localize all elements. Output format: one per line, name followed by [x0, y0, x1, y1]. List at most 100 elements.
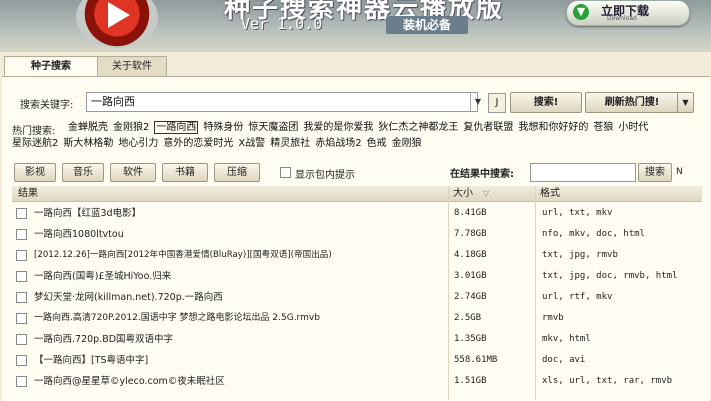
table-row[interactable]: 一路向西1080ltvtou 7.78GB nfo, mkv, doc, html: [12, 224, 702, 245]
show-inner-label: 显示包内提示: [295, 170, 355, 181]
row-checkbox[interactable]: [16, 250, 27, 261]
hot-item[interactable]: 斯大林格勒: [63, 138, 113, 149]
tab-about[interactable]: 关于软件: [97, 56, 167, 77]
search-button[interactable]: 搜索!: [510, 92, 582, 113]
hot-item[interactable]: 小时代: [618, 122, 648, 133]
version-label: Ver 1.0.0: [241, 15, 323, 33]
row-format: txt, jpg, rmvb: [542, 250, 618, 260]
col-result-label: 结果: [18, 188, 38, 199]
row-name: 一路向西(国粤)£圣城HiYoo.归来: [34, 271, 172, 282]
table-row[interactable]: 一路向西.高清720P.2012.国语中字 梦想之路电影论坛出品 2.5G.rm…: [12, 308, 702, 329]
row-format: txt, jpg, doc, rmvb, html: [542, 271, 678, 281]
hot-item[interactable]: 星际迷航2: [12, 138, 58, 149]
install-badge: 装机必备: [386, 16, 468, 34]
row-size: 2.74GB: [454, 292, 487, 302]
sort-arrow-icon: ▽: [483, 189, 490, 198]
col-format-label: 格式: [540, 188, 560, 199]
download-sub-label: Download: [607, 15, 637, 22]
in-result-input[interactable]: [530, 163, 636, 182]
row-checkbox[interactable]: [16, 376, 27, 387]
hot-item[interactable]: 精灵旅社: [270, 138, 310, 149]
row-format: xls, url, txt, rar, rmvb: [542, 376, 673, 386]
filter-software-button[interactable]: 软件: [110, 163, 156, 182]
row-checkbox[interactable]: [16, 334, 27, 345]
row-format: nfo, mkv, doc, html: [542, 229, 645, 239]
col-header-result[interactable]: 结果: [12, 186, 448, 202]
row-name: 梦幻天堂·龙网(killman.net).720p.一路向西: [34, 292, 223, 303]
row-checkbox[interactable]: [16, 355, 27, 366]
row-format: doc, avi: [542, 355, 586, 365]
row-name: 一路向西@星星草©yleco.com©夜未眠社区: [34, 376, 225, 387]
hot-item[interactable]: X战警: [238, 138, 265, 149]
tab-seed-search[interactable]: 种子搜索: [4, 56, 98, 77]
in-result-search-button[interactable]: 搜索: [638, 163, 672, 182]
hot-item[interactable]: 复仇者联盟: [463, 122, 513, 133]
row-format: rmvb: [542, 313, 564, 323]
hot-item[interactable]: 金刚狼2: [113, 122, 149, 133]
play-logo-icon: [76, 0, 158, 48]
col-size-label: 大小: [453, 188, 473, 199]
in-result-label: 在结果中搜索:: [450, 169, 514, 180]
j-button[interactable]: J: [488, 93, 506, 113]
row-checkbox[interactable]: [16, 208, 27, 219]
row-format: mkv, html: [542, 334, 591, 344]
hot-item[interactable]: 色戒: [367, 138, 387, 149]
hot-search-list: 金蝉脱壳 金刚狼2 一路向西 特殊身份 惊天魔盗团 我爱的是你爱我 狄仁杰之神都龙王 复仇者联…: [12, 120, 698, 152]
table-row[interactable]: 一路向西@星星草©yleco.com©夜未眠社区 1.51GB xls, url, …: [12, 371, 702, 392]
show-inner-checkbox[interactable]: [280, 167, 291, 178]
hot-item[interactable]: 金蝉脱壳: [68, 122, 108, 133]
table-row[interactable]: 【一路向西】[TS粤语中字] 558.61MB doc, avi: [12, 350, 702, 371]
table-row[interactable]: 一路向西(国粤)£圣城HiYoo.归来 3.01GB txt, jpg, doc, …: [12, 266, 702, 287]
hot-item-selected[interactable]: 一路向西: [154, 121, 199, 134]
filter-archive-button[interactable]: 压缩: [214, 163, 260, 182]
row-name: 一路向西【红蓝3d电影】: [34, 208, 142, 219]
hot-item[interactable]: 苍狼: [593, 122, 613, 133]
row-name: 一路向西.720p.BD国粤双语中字: [34, 334, 174, 345]
refresh-hot-button[interactable]: 刷新热门搜!: [585, 92, 679, 113]
hot-item[interactable]: 意外的恋爱时光: [163, 138, 233, 149]
keyword-input[interactable]: 一路向西: [86, 92, 478, 112]
row-name: [2012.12.26]一路向西[2012年中国香港爱情(BluRay)][国粤…: [34, 250, 332, 260]
download-arrow-icon: ▼: [573, 4, 589, 20]
chevron-down-icon[interactable]: ▼: [470, 93, 485, 111]
hot-item[interactable]: 惊天魔盗团: [248, 122, 298, 133]
table-row[interactable]: 梦幻天堂·龙网(killman.net).720p.一路向西 2.74GB url,…: [12, 287, 702, 308]
n-label: N: [676, 167, 683, 177]
row-size: 7.78GB: [454, 229, 487, 239]
row-name: 一路向西.高清720P.2012.国语中字 梦想之路电影论坛出品 2.5G.rm…: [34, 313, 320, 323]
table-row[interactable]: 一路向西.720p.BD国粤双语中字 1.35GB mkv, html: [12, 329, 702, 350]
row-format: url, rtf, mkv: [542, 292, 613, 302]
row-name: 一路向西1080ltvtou: [34, 229, 124, 240]
hot-item[interactable]: 我爱的是你爱我: [303, 122, 373, 133]
row-name: 【一路向西】[TS粤语中字]: [34, 355, 149, 366]
hot-item[interactable]: 狄仁杰之神都龙王: [378, 122, 458, 133]
row-size: 1.51GB: [454, 376, 487, 386]
row-size: 2.5GB: [454, 313, 482, 323]
filter-books-button[interactable]: 书籍: [162, 163, 208, 182]
hot-search-label: 热门搜索:: [12, 126, 56, 137]
keyword-label: 搜索关键字:: [20, 100, 74, 111]
filter-video-button[interactable]: 影视: [14, 163, 56, 182]
row-size: 1.35GB: [454, 334, 487, 344]
table-row[interactable]: 一路向西【红蓝3d电影】 8.41GB url, txt, mkv: [12, 203, 702, 224]
col-header-size[interactable]: 大小 ▽: [449, 186, 535, 202]
row-size: 4.18GB: [454, 250, 487, 260]
row-size: 3.01GB: [454, 271, 487, 281]
row-checkbox[interactable]: [16, 313, 27, 324]
hot-item[interactable]: 我想和你好好的: [518, 122, 588, 133]
hot-item[interactable]: 金刚狼: [392, 138, 422, 149]
col-header-format[interactable]: 格式: [536, 186, 702, 202]
row-size: 8.41GB: [454, 208, 487, 218]
hot-item[interactable]: 地心引力: [118, 138, 158, 149]
table-row[interactable]: [2012.12.26]一路向西[2012年中国香港爱情(BluRay)][国粤…: [12, 245, 702, 266]
hot-item[interactable]: 特殊身份: [203, 122, 243, 133]
hot-item[interactable]: 赤焰战场2: [315, 138, 361, 149]
download-button[interactable]: ▼ 立即下载 Download: [566, 0, 690, 26]
app-banner: 种子搜索神器云播放版 Ver 1.0.0 装机必备 ▼ 立即下载 Downloa…: [0, 0, 711, 52]
filter-music-button[interactable]: 音乐: [62, 163, 104, 182]
refresh-dropdown-icon[interactable]: ▼: [677, 92, 694, 113]
row-checkbox[interactable]: [16, 229, 27, 240]
row-checkbox[interactable]: [16, 292, 27, 303]
row-format: url, txt, mkv: [542, 208, 613, 218]
row-checkbox[interactable]: [16, 271, 27, 282]
